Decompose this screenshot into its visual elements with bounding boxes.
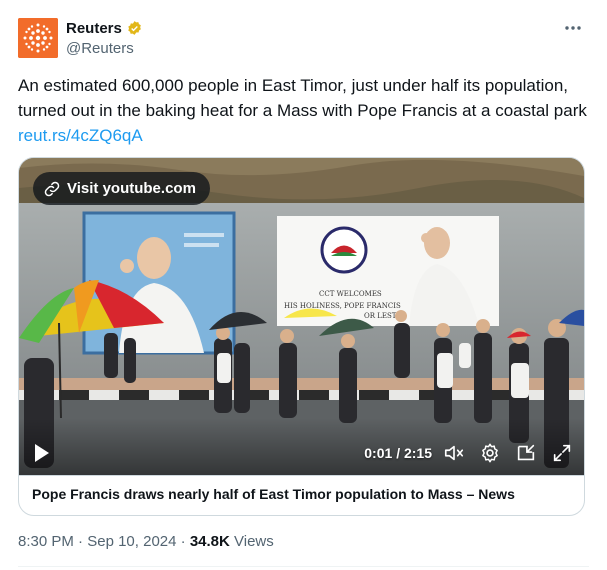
play-icon[interactable] (33, 443, 51, 463)
video-frame-image: CCT WELCOMES HIS HOLINESS, POPE FRANCIS … (19, 158, 584, 475)
reuters-avatar[interactable] (18, 18, 58, 58)
visit-youtube-button[interactable]: Visit youtube.com (33, 172, 210, 205)
tweet-link[interactable]: reut.rs/4cZQ6qA (18, 126, 143, 145)
tweet-meta: 8:30 PM · Sep 10, 2024 · 34.8K Views (18, 533, 274, 550)
current-time: 0:01 (364, 445, 393, 461)
divider (18, 566, 589, 567)
card-title[interactable]: Pope Francis draws nearly half of East T… (19, 475, 584, 515)
tweet-time[interactable]: 8:30 PM (18, 533, 74, 550)
more-horizontal-icon[interactable] (563, 18, 583, 43)
tweet: Reuters @Reuters An estimated 600,000 pe… (0, 0, 607, 570)
fullscreen-icon[interactable] (551, 442, 573, 464)
views-label: Views (234, 533, 274, 550)
video-card[interactable]: CCT WELCOMES HIS HOLINESS, POPE FRANCIS … (18, 157, 585, 516)
tweet-text: An estimated 600,000 people in East Timo… (18, 73, 593, 148)
author-handle[interactable]: @Reuters (66, 40, 134, 57)
banner-holiness-text: HIS HOLINESS, POPE FRANCIS (284, 302, 401, 310)
meta-dot: · (180, 533, 186, 550)
picture-in-picture-icon[interactable] (515, 442, 537, 464)
settings-icon[interactable] (479, 442, 501, 464)
banner-welcome-text: CCT WELCOMES (319, 290, 382, 298)
visit-youtube-label: Visit youtube.com (67, 180, 196, 197)
duration: 2:15 (403, 445, 432, 461)
author-name-row[interactable]: Reuters (66, 20, 143, 37)
tweet-body: An estimated 600,000 people in East Timo… (18, 76, 587, 120)
video-time: 0:01 / 2:15 (364, 445, 432, 461)
verified-badge-icon (128, 21, 141, 35)
tweet-date[interactable]: Sep 10, 2024 (87, 533, 176, 550)
link-icon (44, 181, 60, 196)
views-count: 34.8K (189, 533, 230, 550)
video-controls: 0:01 / 2:15 (19, 431, 584, 475)
video-player[interactable]: CCT WELCOMES HIS HOLINESS, POPE FRANCIS … (19, 158, 584, 475)
author-name[interactable]: Reuters (66, 20, 122, 37)
mute-icon[interactable] (443, 442, 465, 464)
meta-dot: · (78, 533, 84, 550)
time-separator: / (396, 445, 401, 461)
